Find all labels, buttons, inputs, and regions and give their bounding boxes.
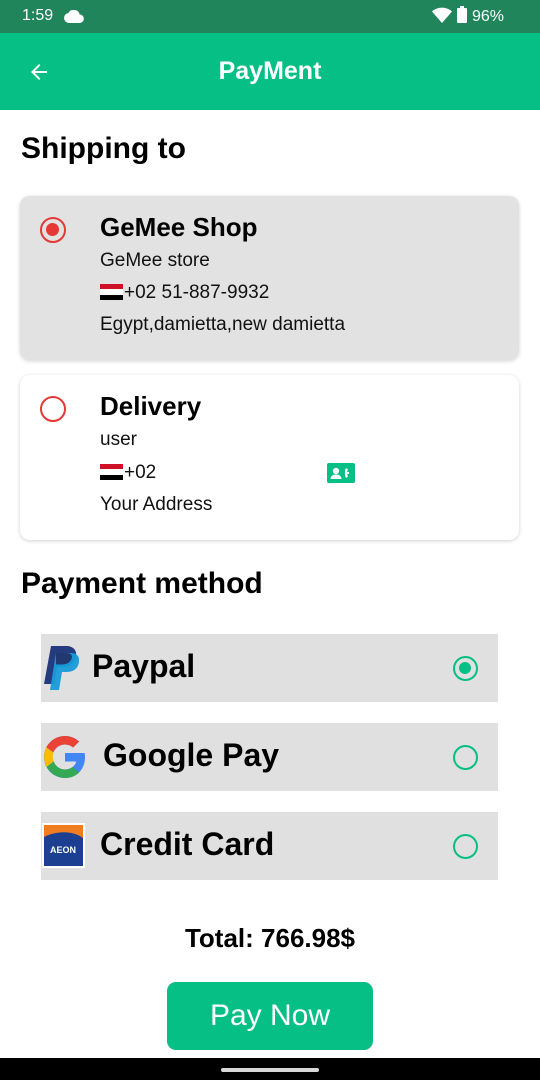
status-time: 1:59 (22, 7, 54, 24)
battery-icon (456, 6, 467, 28)
shipping-address: Your Address (100, 494, 213, 515)
payment-radio-unselected[interactable] (453, 834, 478, 859)
shipping-title: Shipping to (21, 132, 186, 165)
shipping-name: GeMee Shop (100, 212, 258, 242)
shipping-option-delivery[interactable]: Delivery user +02 Your Address (20, 375, 519, 540)
shipping-radio-unselected[interactable] (40, 396, 66, 422)
payment-label: Google Pay (103, 737, 280, 773)
payment-option-credit-card[interactable]: AEON Credit Card (41, 812, 498, 880)
credit-card-icon: AEON (42, 823, 85, 868)
pay-now-button[interactable]: Pay Now (167, 982, 373, 1050)
shipping-radio-selected[interactable] (40, 217, 66, 243)
home-gesture-handle[interactable] (221, 1068, 319, 1072)
cloud-icon (64, 9, 84, 28)
payment-option-google-pay[interactable]: Google Pay (41, 723, 498, 791)
system-nav-bar (0, 1058, 540, 1080)
shipping-subtitle: user (100, 429, 137, 450)
payment-option-paypal[interactable]: Paypal (41, 634, 498, 702)
shipping-option-shop[interactable]: GeMee Shop GeMee store +02 51-887-9932 E… (20, 196, 519, 360)
shipping-name: Delivery (100, 391, 202, 421)
payment-radio-unselected[interactable] (453, 745, 478, 770)
paypal-icon (44, 646, 79, 690)
status-bar: 1:59 96% (0, 0, 540, 33)
order-total: Total: 766.98$ (184, 923, 356, 953)
shipping-phone: +02 51-887-9932 (124, 282, 270, 303)
shipping-phone-row: +02 51-887-9932 (100, 282, 269, 304)
payment-radio-selected[interactable] (453, 656, 478, 681)
svg-text:AEON: AEON (50, 845, 76, 855)
shipping-phone-row: +02 (100, 462, 156, 484)
shipping-phone: +02 (124, 462, 157, 483)
google-icon (44, 736, 85, 778)
payment-label: Credit Card (100, 826, 275, 862)
egypt-flag-icon (100, 284, 123, 300)
app-bar: PayMent (0, 33, 540, 110)
contact-picker-icon[interactable] (327, 463, 355, 483)
shipping-subtitle: GeMee store (100, 250, 210, 271)
payment-label: Paypal (92, 648, 196, 684)
payment-title: Payment method (21, 567, 263, 600)
shipping-address: Egypt,damietta,new damietta (100, 314, 346, 335)
status-icons: 96% (431, 6, 504, 28)
wifi-icon (431, 7, 452, 28)
egypt-flag-icon (100, 464, 123, 480)
battery-percent: 96% (471, 8, 504, 25)
page-title: PayMent (218, 57, 322, 85)
